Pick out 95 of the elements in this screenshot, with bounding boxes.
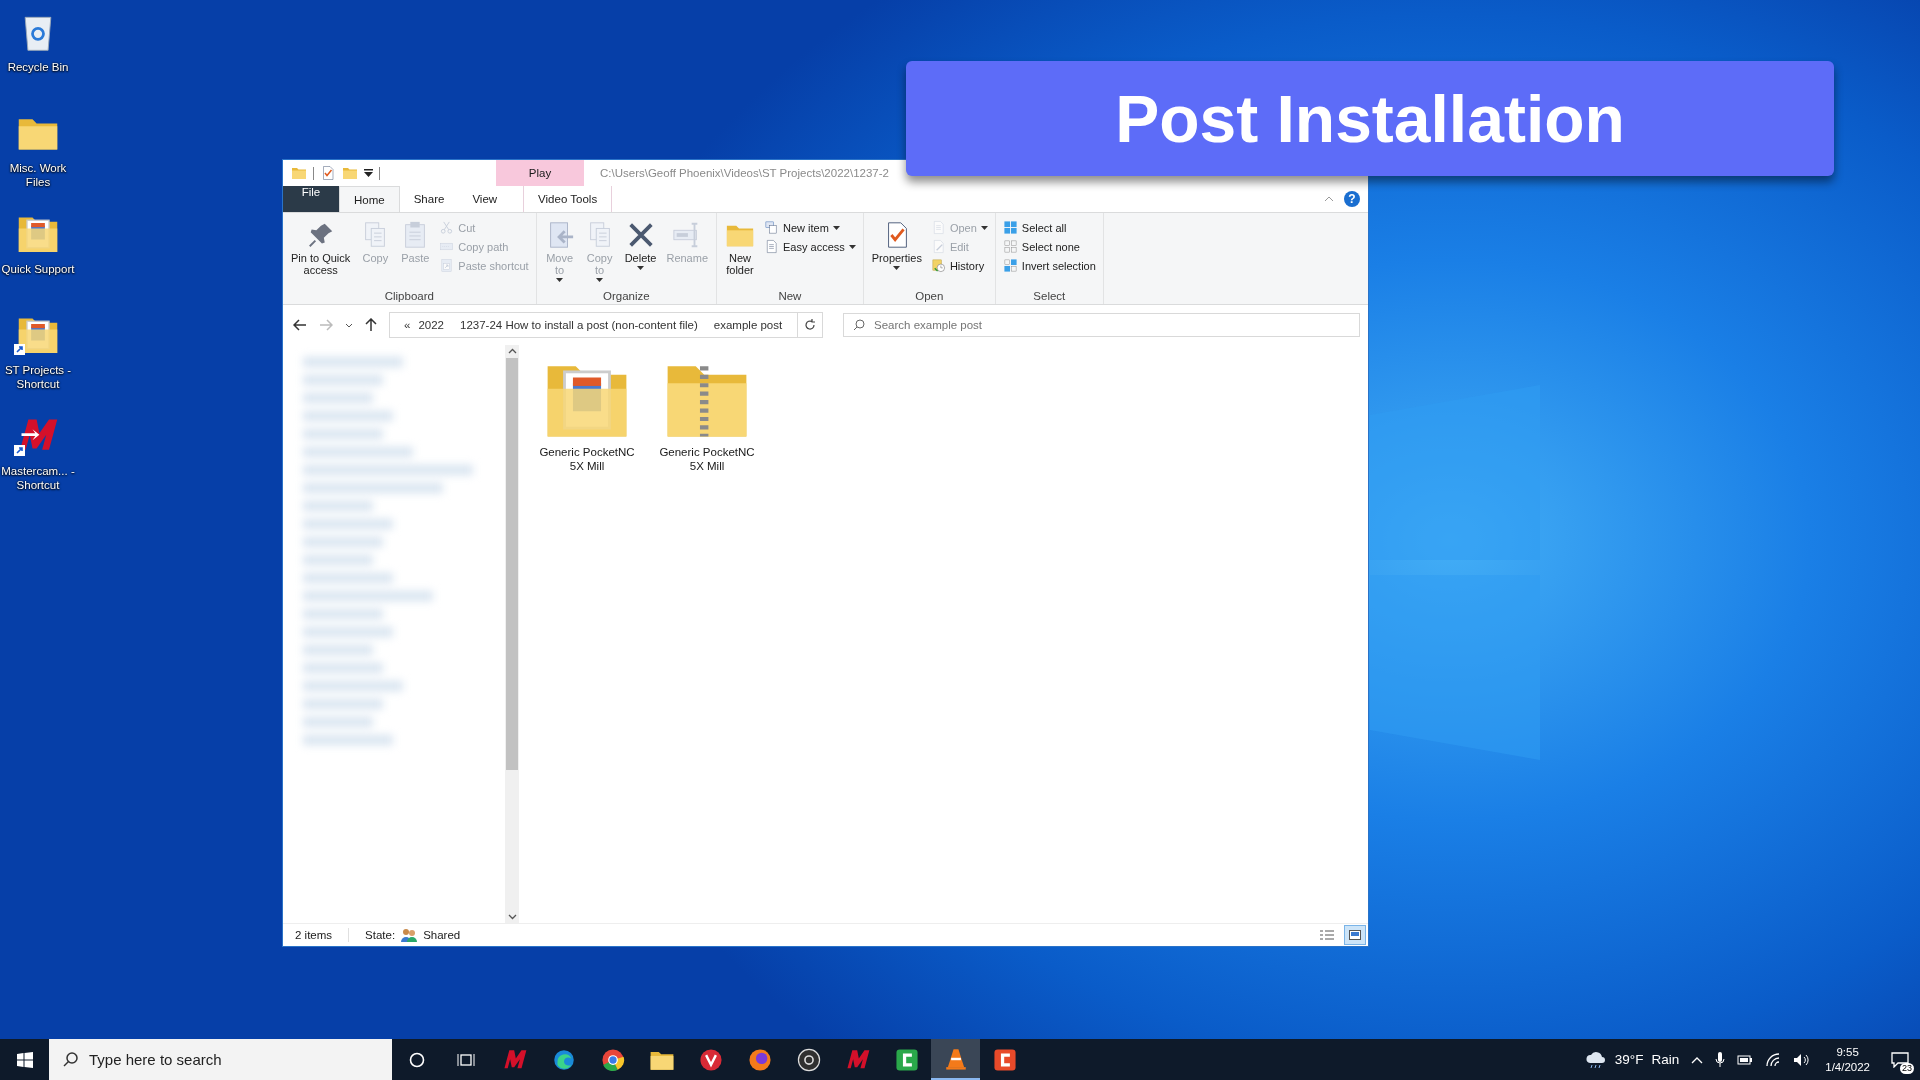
page-icon [764,239,779,254]
v-logo-icon [697,1046,724,1073]
ribbon-tab[interactable]: File [283,186,339,212]
scissors-icon [439,220,455,235]
search-field[interactable]: Search example post [843,313,1360,337]
circle-icon [408,1051,425,1068]
ring-logo-icon [795,1046,822,1073]
ribbon-button[interactable]: History [927,257,991,274]
temperature[interactable]: 39°F [1614,1052,1644,1067]
chevron-down-icon[interactable] [345,322,353,328]
scroll-down-icon[interactable] [507,914,517,920]
details-list-icon [1320,930,1334,940]
grid-icon [1002,220,1018,235]
state-value: Shared [423,929,461,941]
ribbon-tab[interactable]: Video Tools [523,186,613,212]
ribbon-group-label: Organize [603,290,650,302]
clock[interactable]: 9:55 1/4/2022 [1825,1044,1870,1075]
desktop-icon-label[interactable]: Quick Support [0,262,76,276]
scrollbar[interactable] [505,345,519,923]
c-logo-icon [991,1046,1018,1073]
ribbon-button[interactable]: New folder [721,216,759,290]
ribbon-button[interactable]: Invert selection [999,257,1099,274]
search-icon [853,319,865,331]
desktop-icon-label[interactable]: Mastercam... - Shortcut [0,464,76,492]
breadcrumb[interactable]: 1237-24 How to install a post (non-content file) [460,319,698,331]
ribbon-button[interactable]: Properties [867,216,926,290]
context-tab-header: Play [496,160,584,186]
wifi-icon[interactable] [1765,1052,1782,1067]
grid-icon [1002,239,1018,254]
folder-icon [291,165,307,181]
file-item[interactable]: Generic PocketNC 5X Mill [659,355,755,473]
refresh-icon [804,319,816,331]
ribbon-tab[interactable]: View [458,186,512,212]
globe-icon [746,1046,773,1073]
ribbon-group-label: Select [1033,290,1066,302]
caret-icon [596,278,604,282]
picture-icon [1349,930,1361,940]
title-banner: Post Installation [906,61,1834,176]
desktop-icon-label[interactable]: Recycle Bin [0,60,76,74]
checked-page-icon [320,165,336,181]
desktop-icon-label[interactable]: ST Projects - Shortcut [0,363,76,391]
ribbon-button[interactable]: New item [761,219,859,236]
refresh-button[interactable] [798,312,823,338]
grid-icon [1002,258,1018,273]
windows-logo-icon [16,1051,33,1068]
c-logo-icon [893,1046,920,1073]
search-icon [63,1052,78,1067]
ribbon-button[interactable]: Easy access [761,238,859,255]
ribbon-group-label: Open [915,290,944,302]
large-icons-view-button[interactable] [1344,925,1366,945]
scroll-up-icon[interactable] [507,348,517,354]
speaker-icon[interactable] [1793,1052,1812,1067]
people-icon [401,928,418,942]
window-title: C:\Users\Geoff Phoenix\Videos\ST Projects\2022\1237-2 [600,167,889,179]
caret-icon [893,266,901,270]
back-arrow-icon[interactable] [293,319,307,331]
notification-count: 23 [1900,1063,1914,1074]
file-item[interactable]: Generic PocketNC 5X Mill [539,355,635,473]
state-label: State: [365,929,396,941]
new-item-icon [764,220,779,235]
breadcrumb-overflow[interactable]: « [404,319,411,331]
clock-icon [930,258,946,273]
breadcrumb[interactable]: 2022 [418,319,444,331]
ribbon-button[interactable]: Select all [999,219,1099,236]
cloud-rain-icon [1584,1050,1607,1069]
shortcut-icon [439,258,455,273]
ribbon-button[interactable]: Delete [620,216,661,290]
collapse-ribbon-icon[interactable] [1324,196,1334,202]
customize-caret-icon[interactable] [364,169,373,177]
microphone-icon[interactable] [1715,1051,1726,1068]
ribbon-group-label: New [778,290,802,302]
caret-icon [848,244,856,249]
ribbon-button[interactable]: Select none [999,238,1099,255]
notification-button[interactable]: 23 [1880,1039,1920,1080]
ribbon-group-label: Clipboard [384,290,434,302]
ribbon-tab[interactable]: Home [339,186,400,212]
caret-icon [980,225,988,230]
desktop-icon-label[interactable]: Misc. Work Files [0,161,76,189]
browser-logo-icon [599,1046,626,1073]
help-button[interactable]: ? [1344,191,1360,207]
ribbon-button[interactable]: Pin to Quick access [287,216,355,290]
weather-text[interactable]: Rain [1651,1052,1680,1067]
address-bar[interactable]: « 2022 1237-24 How to install a post (non-content file) example post [389,312,798,338]
caret-icon [556,278,564,282]
folder-icon [342,165,358,181]
task-view-icon [456,1051,475,1068]
breadcrumb[interactable]: example post [713,319,783,331]
caret-icon [637,266,645,270]
taskbar-search-field[interactable]: Type here to search [49,1039,392,1080]
chevron-up-icon[interactable] [1691,1055,1704,1064]
ribbon-tab[interactable]: Share [399,186,459,212]
item-count: 2 items [295,929,333,941]
battery-icon[interactable] [1737,1053,1754,1066]
caret-icon [832,225,840,230]
up-arrow-icon[interactable] [365,318,377,332]
